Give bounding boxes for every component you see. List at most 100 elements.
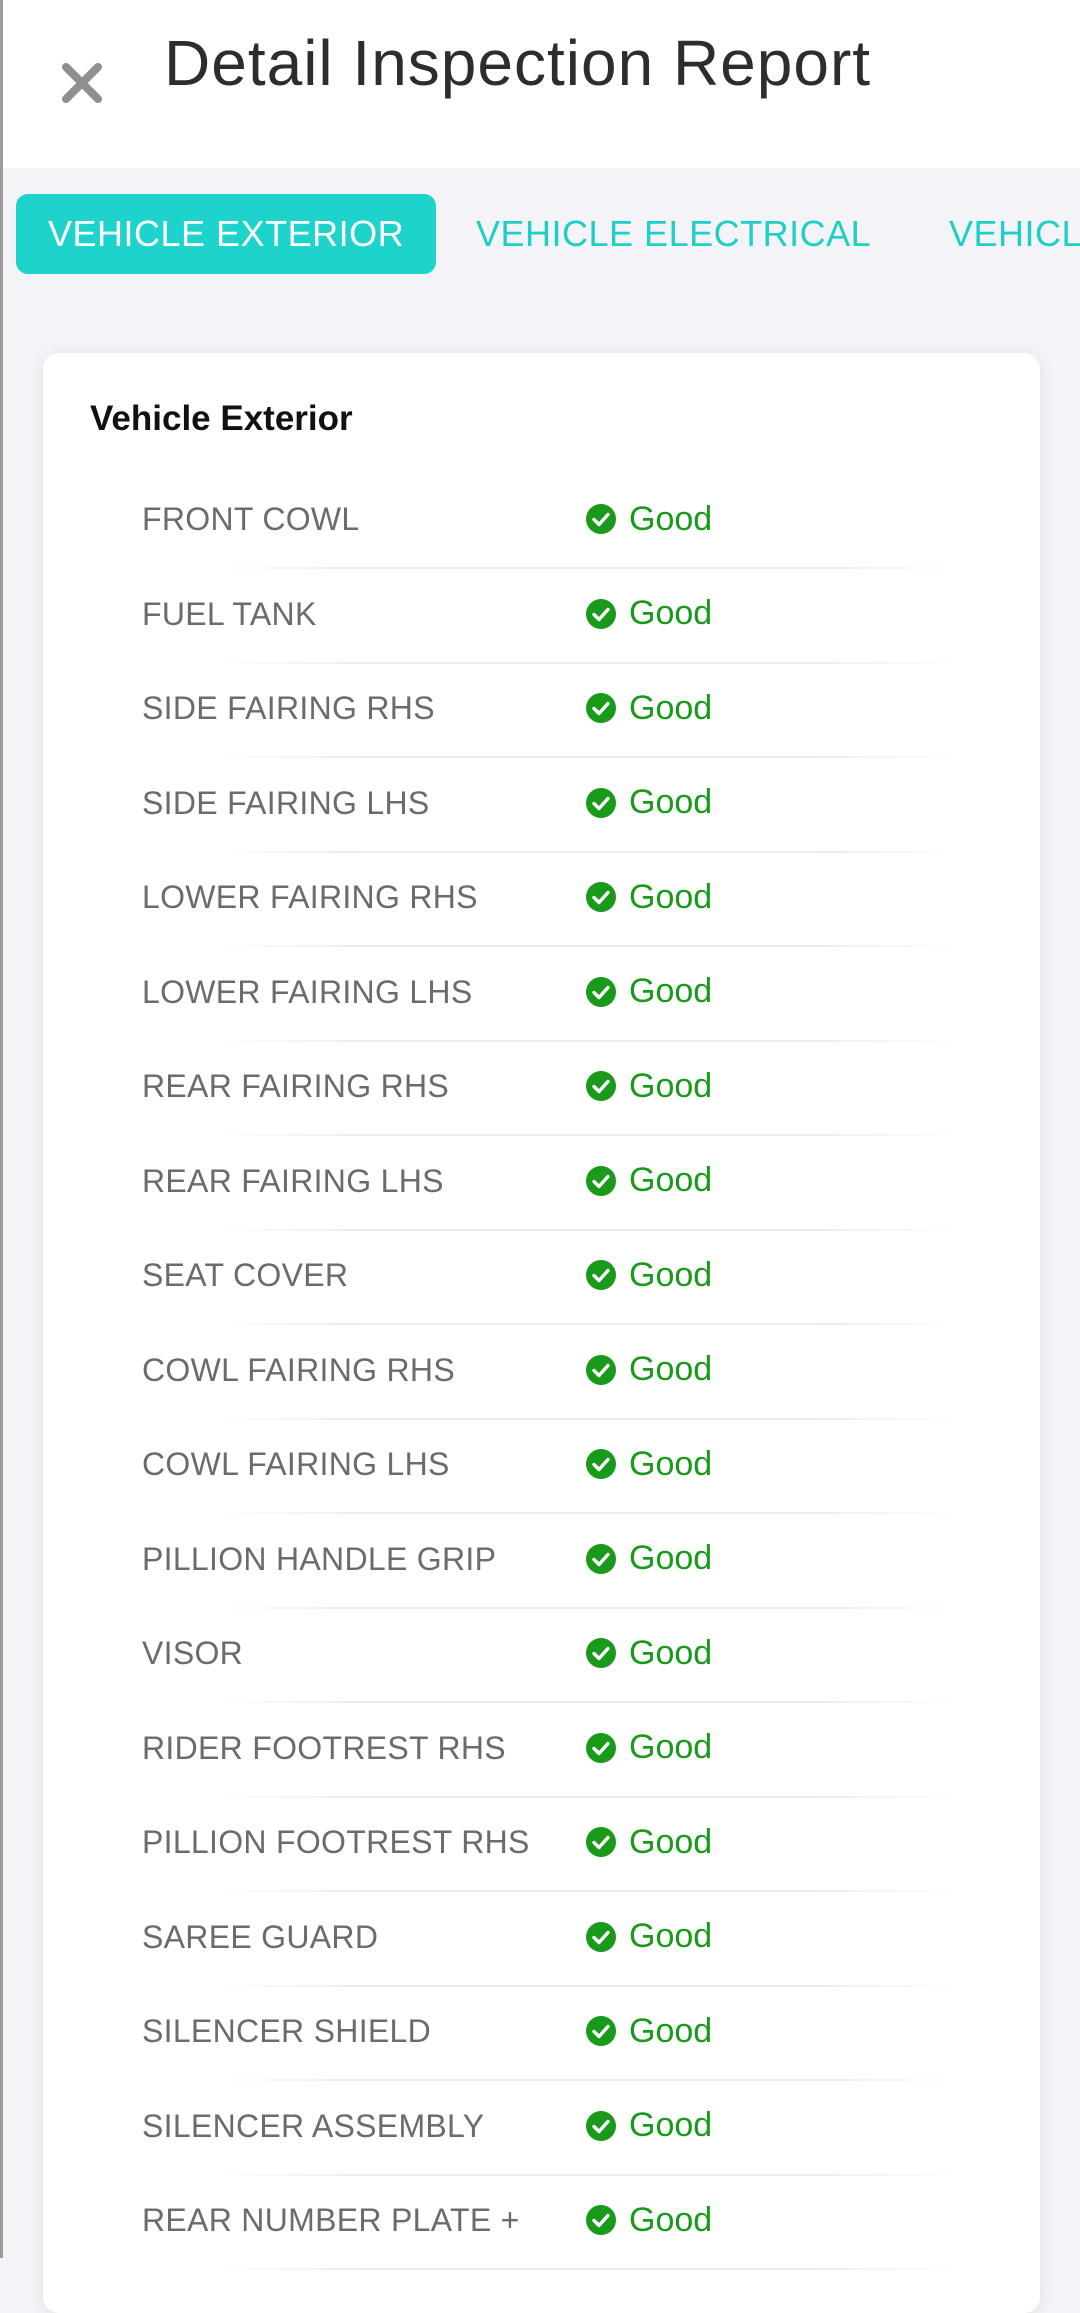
item-label: LOWER FAIRING RHS: [142, 879, 478, 915]
check-circle-icon: [586, 598, 616, 629]
check-circle-icon: [586, 504, 616, 534]
row-divider: [213, 1701, 963, 1703]
item-label: SIDE FAIRING LHS: [142, 784, 430, 821]
row-divider: [213, 756, 963, 758]
item-label: VISOR: [142, 1635, 244, 1671]
item-label: PILLION FOOTREST RHS: [142, 1824, 530, 1860]
header: Detail Inspection Report: [0, 0, 1080, 168]
check-circle-icon: [586, 1543, 616, 1574]
inspection-row: REAR FAIRING RHS Good: [43, 1050, 1040, 1145]
row-divider: [213, 1039, 963, 1042]
inspection-row: COWL FAIRING RHS Good: [43, 1334, 1040, 1429]
row-divider: [213, 1228, 963, 1231]
row-divider: [213, 567, 963, 569]
tab-vehicle-next[interactable]: VEHICL: [949, 194, 1080, 274]
item-label: SEAT COVER: [142, 1257, 349, 1293]
status-badge: Good: [585, 1334, 712, 1406]
status-badge: Good: [585, 1806, 712, 1878]
check-circle-icon: [586, 1071, 616, 1101]
inspection-row: PILLION HANDLE GRIP Good: [43, 1523, 1040, 1618]
status-text: Good: [629, 499, 713, 538]
item-label: SAREE GUARD: [142, 1918, 379, 1955]
inspection-row: RIDER FOOTREST RHS Good: [43, 1712, 1040, 1807]
status-badge: Good: [585, 1995, 712, 2067]
item-label: COWL FAIRING RHS: [142, 1351, 455, 1388]
item-label: RIDER FOOTREST RHS: [142, 1729, 506, 1766]
status-text: Good: [629, 1917, 713, 1955]
inspection-row: SAREE GUARD Good: [43, 1901, 1040, 1996]
row-divider: [213, 1417, 963, 1420]
check-circle-icon: [586, 787, 616, 818]
section-title: Vehicle Exterior: [90, 399, 353, 438]
status-badge: Good: [585, 483, 712, 555]
tab-vehicle-exterior[interactable]: VEHICLE EXTERIOR: [16, 194, 437, 274]
inspection-row: VISOR Good: [43, 1617, 1040, 1712]
item-label: SILENCER SHIELD: [142, 2013, 432, 2049]
status-badge: Good: [585, 1239, 712, 1311]
check-circle-icon: [586, 2016, 616, 2046]
row-divider: [213, 1606, 963, 1609]
status-text: Good: [629, 972, 713, 1010]
row-divider: [213, 2268, 963, 2270]
status-text: Good: [629, 1728, 713, 1766]
check-circle-icon: [586, 976, 616, 1007]
item-label: REAR FAIRING RHS: [142, 1068, 450, 1104]
inspection-row: FUEL TANK Good: [43, 578, 1040, 673]
row-divider: [213, 1984, 963, 1987]
status-text: Good: [629, 1539, 713, 1577]
row-divider: [213, 1795, 963, 1798]
check-circle-icon: [586, 1732, 616, 1763]
tab-vehicle-electrical[interactable]: VEHICLE ELECTRICAL: [476, 194, 871, 274]
status-badge: Good: [585, 956, 712, 1028]
status-text: Good: [629, 2106, 713, 2144]
status-text: Good: [629, 1350, 713, 1388]
row-divider: [213, 1134, 963, 1136]
item-label: LOWER FAIRING LHS: [142, 973, 473, 1010]
status-badge: Good: [585, 1901, 712, 1973]
inspection-row: SEAT COVER Good: [43, 1239, 1040, 1334]
close-button[interactable]: [52, 50, 112, 116]
check-circle-icon: [586, 1638, 616, 1668]
close-icon: [62, 63, 102, 103]
status-text: Good: [629, 1633, 713, 1672]
status-text: Good: [629, 1255, 713, 1294]
status-text: Good: [629, 594, 713, 632]
status-text: Good: [629, 1444, 713, 1483]
status-text: Good: [629, 1161, 713, 1199]
status-badge: Good: [585, 2090, 712, 2162]
inspection-row: PILLION FOOTREST RHS Good: [43, 1806, 1040, 1901]
status-text: Good: [629, 688, 713, 727]
check-circle-icon: [586, 693, 616, 723]
row-divider: [213, 1512, 963, 1514]
row-divider: [213, 661, 963, 664]
item-label: REAR NUMBER PLATE +: [142, 2202, 520, 2238]
check-circle-icon: [586, 1354, 616, 1385]
status-text: Good: [629, 2011, 713, 2050]
window-edge: [0, 0, 3, 2258]
item-label: REAR FAIRING LHS: [142, 1162, 444, 1199]
inspection-row: LOWER FAIRING LHS Good: [43, 956, 1040, 1051]
row-divider: [213, 2173, 963, 2176]
item-label: SIDE FAIRING RHS: [142, 690, 435, 726]
status-badge: Good: [585, 2184, 712, 2256]
check-circle-icon: [586, 882, 616, 912]
status-text: Good: [629, 2200, 713, 2239]
item-label: COWL FAIRING LHS: [142, 1446, 450, 1482]
status-badge: Good: [585, 767, 712, 839]
check-circle-icon: [586, 1449, 616, 1479]
status-text: Good: [629, 1066, 713, 1105]
inspection-row: REAR NUMBER PLATE + Good: [43, 2184, 1040, 2279]
check-circle-icon: [586, 2110, 616, 2141]
row-divider: [213, 2079, 963, 2081]
item-label: PILLION HANDLE GRIP: [142, 1540, 497, 1577]
row-divider: [213, 945, 963, 947]
status-badge: Good: [585, 1523, 712, 1595]
row-divider: [213, 850, 963, 853]
status-badge: Good: [585, 1617, 712, 1689]
item-label: FUEL TANK: [142, 595, 317, 632]
status-text: Good: [629, 1822, 713, 1861]
status-badge: Good: [585, 578, 712, 650]
status-badge: Good: [585, 1145, 712, 1217]
tab-bar: VEHICLE EXTERIOR VEHICLE ELECTRICAL VEHI…: [0, 194, 1080, 274]
check-circle-icon: [586, 2205, 616, 2235]
